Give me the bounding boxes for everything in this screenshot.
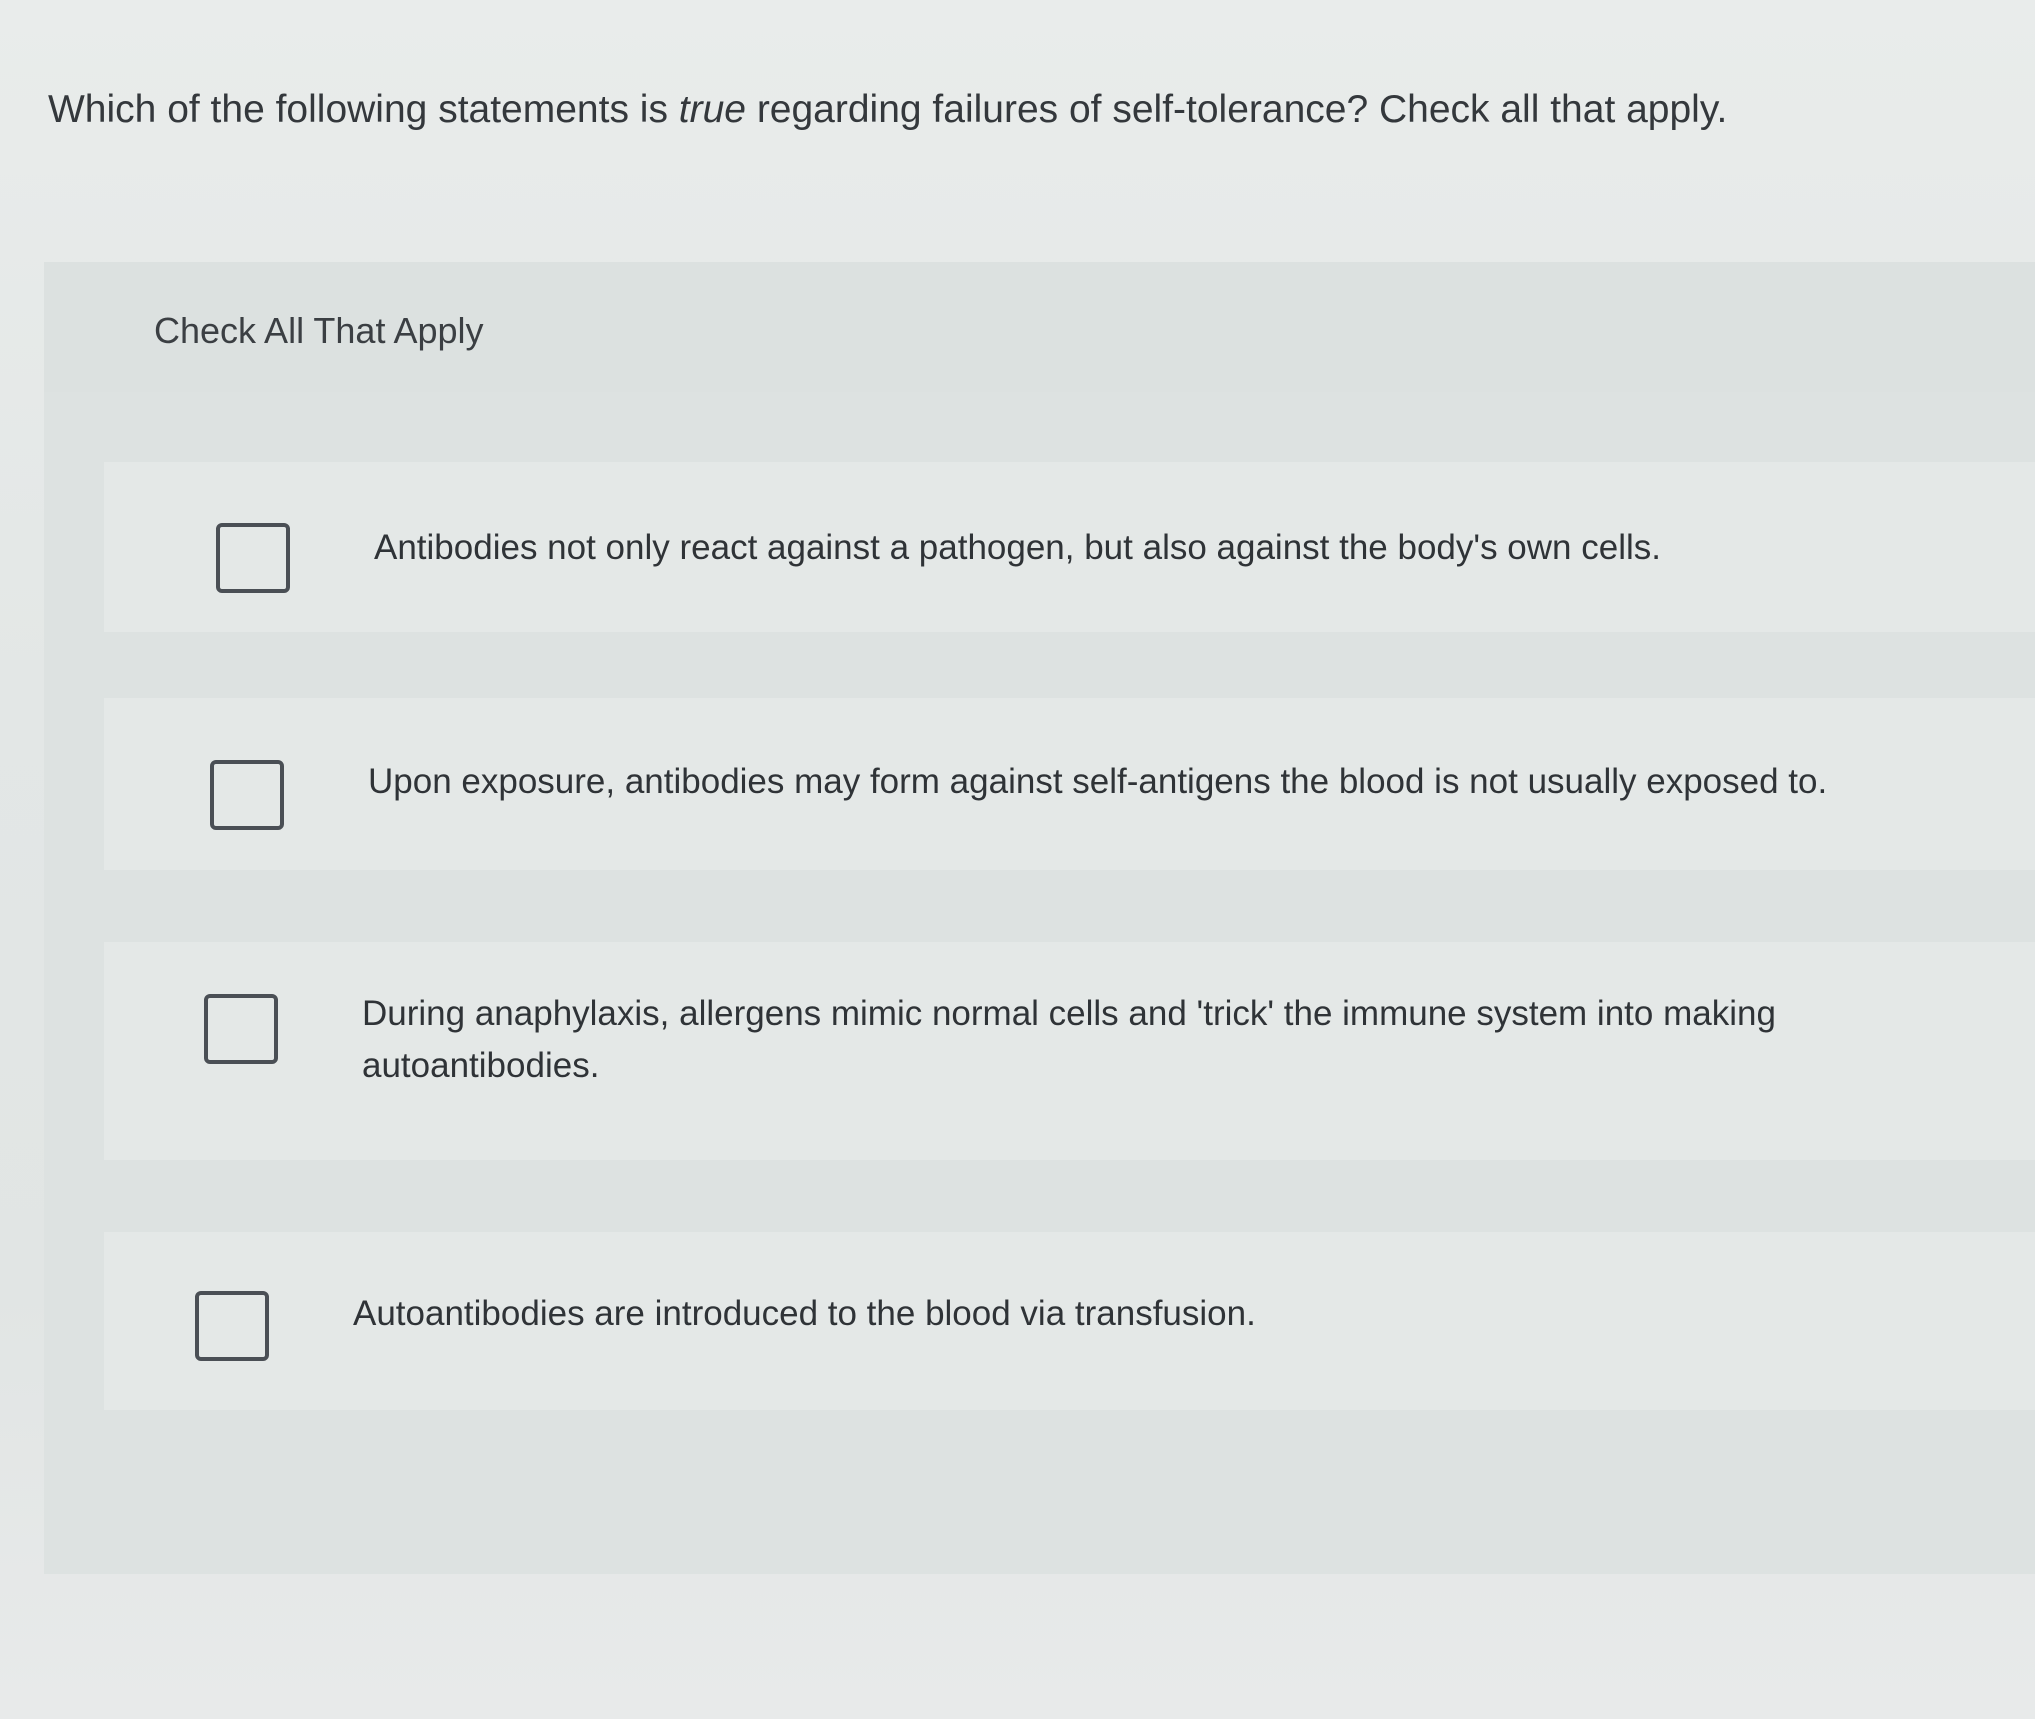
question-text-end: regarding failures of self-tolerance? Ch… bbox=[745, 88, 1728, 131]
option-3-text: During anaphylaxis, allergens mimic norm… bbox=[362, 994, 1776, 1085]
answer-option-4[interactable]: Autoantibodies are introduced to the blo… bbox=[104, 1232, 2035, 1410]
option-2-text: Upon exposure, antibodies may form again… bbox=[368, 762, 1828, 801]
answer-panel-header: Check All That Apply bbox=[44, 262, 2035, 392]
checkbox-option-2[interactable] bbox=[210, 760, 284, 830]
checkbox-option-3[interactable] bbox=[204, 994, 278, 1064]
answer-option-1[interactable]: Antibodies not only react against a path… bbox=[104, 462, 2035, 632]
option-1-text: Antibodies not only react against a path… bbox=[374, 528, 1661, 567]
question-prompt: Which of the following statements is tru… bbox=[48, 80, 1988, 140]
question-text-start: Which of the following statements is bbox=[48, 88, 679, 131]
answer-option-2[interactable]: Upon exposure, antibodies may form again… bbox=[104, 698, 2035, 870]
checkbox-option-1[interactable] bbox=[216, 523, 290, 593]
question-emphasis: true bbox=[678, 88, 746, 131]
option-4-text: Autoantibodies are introduced to the blo… bbox=[353, 1294, 1256, 1333]
answer-panel: Check All That Apply Antibodies not only… bbox=[44, 262, 2035, 1574]
answer-option-3[interactable]: During anaphylaxis, allergens mimic norm… bbox=[104, 942, 2035, 1160]
check-all-instruction: Check All That Apply bbox=[154, 310, 484, 351]
page: Which of the following statements is tru… bbox=[0, 0, 2035, 1719]
checkbox-option-4[interactable] bbox=[195, 1291, 269, 1361]
